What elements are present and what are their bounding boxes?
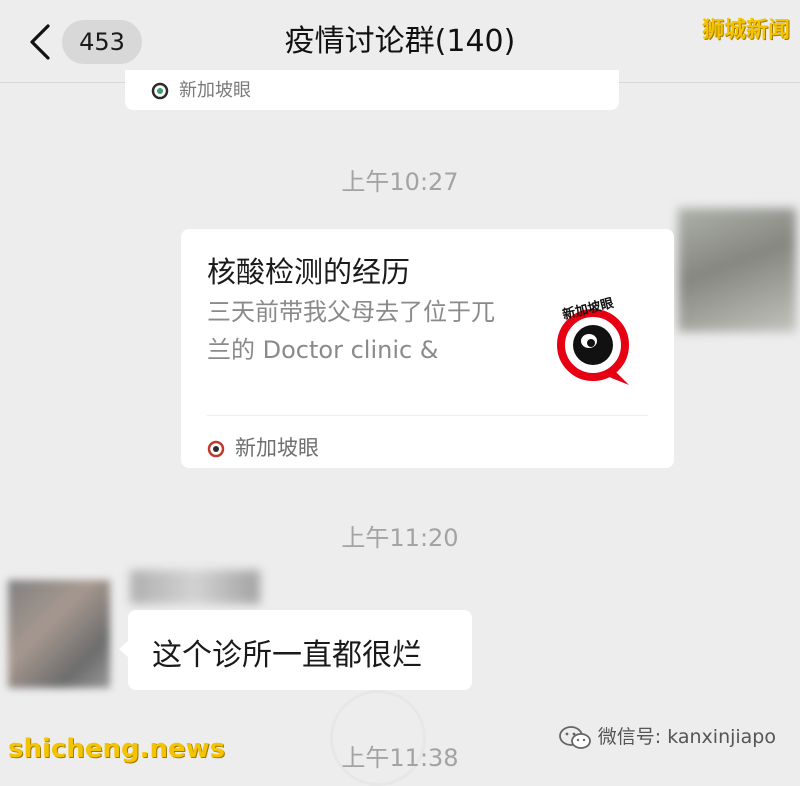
- timestamp: 上午10:27: [341, 168, 459, 196]
- blurred-avatar: [678, 208, 796, 332]
- watermark-bottom-left: shicheng.news: [8, 734, 226, 764]
- timestamp: 上午11:20: [341, 524, 459, 552]
- source-icon: [207, 440, 225, 458]
- article-source: 新加坡眼: [151, 76, 251, 102]
- text-message-bubble[interactable]: 这个诊所一直都很烂: [119, 610, 472, 690]
- unread-count-badge[interactable]: 453: [62, 20, 142, 64]
- watermark-bottom-right: 微信号: kanxinjiapo: [558, 722, 776, 751]
- publisher-logo-icon: 新加坡眼: [557, 297, 629, 385]
- divider: [207, 415, 648, 416]
- previous-article-card[interactable]: 新加坡眼: [125, 70, 619, 110]
- sender-avatar[interactable]: [8, 580, 110, 688]
- chevron-left-icon[interactable]: [28, 22, 52, 62]
- source-name: 新加坡眼: [179, 80, 251, 101]
- article-card[interactable]: 核酸检测的经历 三天前带我父母去了位于兀兰的 Doctor clinic & 新…: [181, 229, 674, 468]
- wechat-icon: [558, 725, 591, 749]
- article-title: 核酸检测的经历: [207, 255, 411, 289]
- article-source: 新加坡眼: [207, 432, 319, 462]
- wechat-id: 微信号: kanxinjiapo: [597, 726, 776, 748]
- source-name: 新加坡眼: [235, 436, 319, 460]
- chat-title: 疫情讨论群(140): [284, 24, 516, 59]
- article-description: 三天前带我父母去了位于兀兰的 Doctor clinic &: [207, 298, 495, 364]
- message-text: 这个诊所一直都很烂: [152, 638, 422, 673]
- source-icon: [151, 82, 169, 100]
- sender-name: [130, 570, 260, 604]
- watermark-top: 狮城新闻: [701, 18, 790, 43]
